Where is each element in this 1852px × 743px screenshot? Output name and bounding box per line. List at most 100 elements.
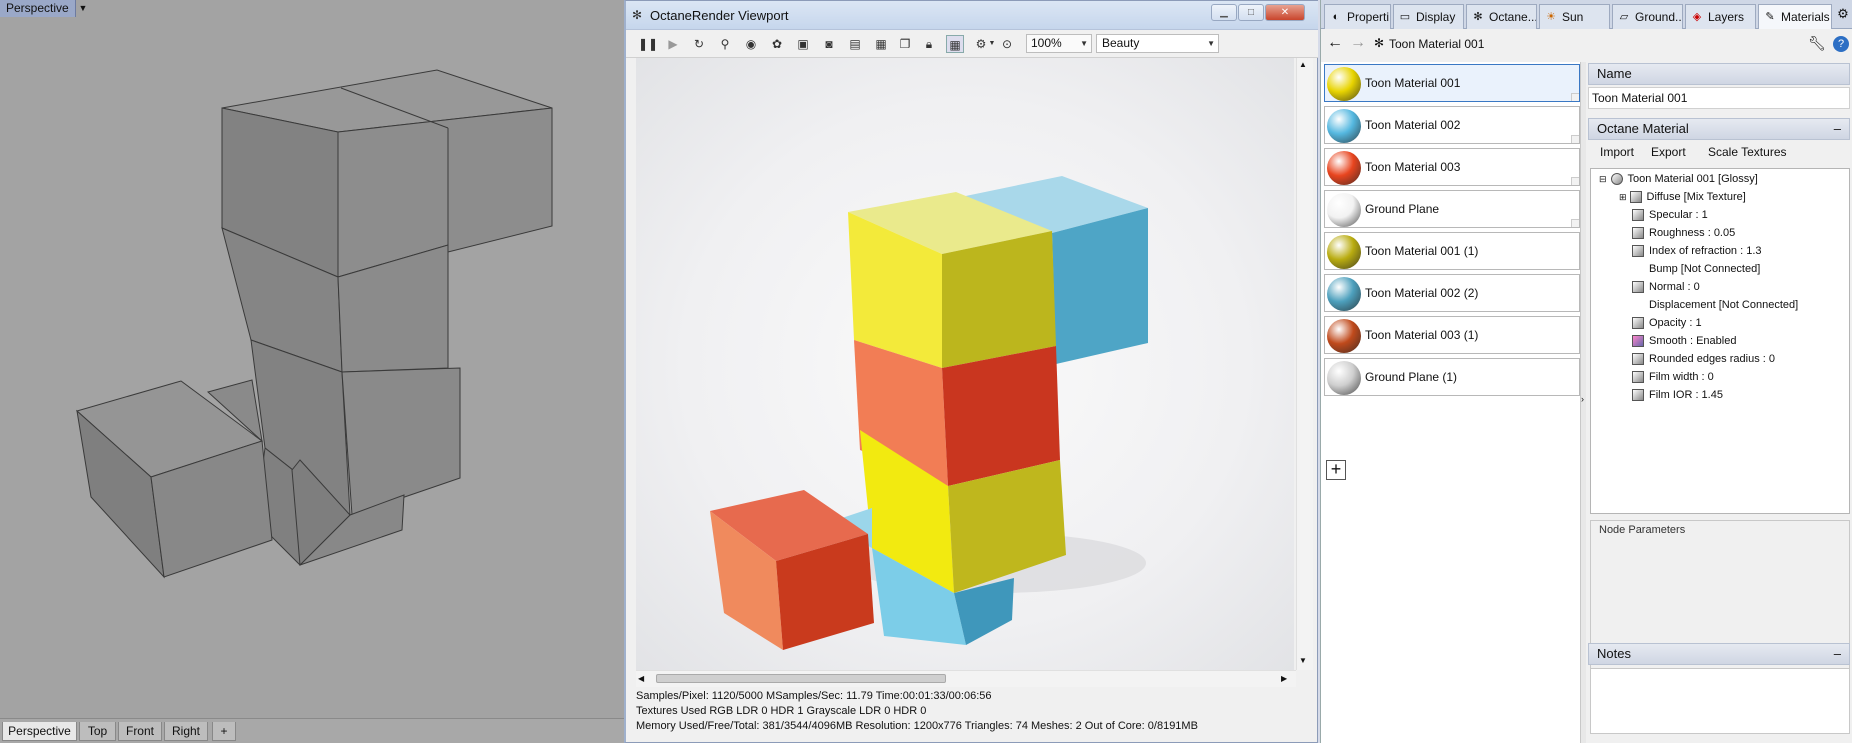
zoom-fit-icon[interactable]: ⊙ bbox=[998, 35, 1016, 53]
pause-icon[interactable]: ❚❚ bbox=[638, 35, 658, 53]
expand-tree-icon[interactable]: ⊞ bbox=[1619, 192, 1627, 202]
scroll-right-icon[interactable]: ▶ bbox=[1281, 674, 1287, 683]
tree-node[interactable]: Rounded edges radius : 0 bbox=[1632, 350, 1775, 368]
tree-node[interactable]: Bump [Not Connected] bbox=[1649, 260, 1760, 278]
camera-picker-icon[interactable]: ▣ bbox=[794, 35, 812, 53]
lock-icon[interactable]: 🔒︎ bbox=[920, 35, 938, 53]
tab-display[interactable]: ▭ Display bbox=[1393, 4, 1464, 29]
tree-node[interactable]: Smooth : Enabled bbox=[1632, 332, 1736, 350]
tab-ground[interactable]: ▱ Ground... bbox=[1612, 4, 1683, 29]
breadcrumb: Toon Material 001 bbox=[1389, 37, 1485, 51]
chevron-right-icon[interactable]: › bbox=[1581, 394, 1584, 404]
tree-node[interactable]: ⊞ Diffuse [Mix Texture] bbox=[1619, 188, 1746, 206]
tree-node[interactable]: Specular : 1 bbox=[1632, 206, 1708, 224]
collapse-tree-icon[interactable]: ⊟ bbox=[1599, 174, 1607, 184]
restart-icon[interactable]: ↻ bbox=[690, 35, 708, 53]
tree-node[interactable]: Opacity : 1 bbox=[1632, 314, 1702, 332]
collapse-icon[interactable]: – bbox=[1834, 644, 1841, 664]
tab-materials[interactable]: ✎ Materials bbox=[1758, 4, 1832, 29]
tree-node[interactable]: Film width : 0 bbox=[1632, 368, 1714, 386]
tree-label: Smooth : Enabled bbox=[1649, 335, 1737, 347]
list-item[interactable]: Toon Material 001 bbox=[1324, 64, 1580, 102]
collapse-icon[interactable]: – bbox=[1834, 119, 1841, 139]
tab-sun[interactable]: ☀ Sun bbox=[1539, 4, 1610, 29]
add-material-button[interactable]: + bbox=[1326, 460, 1346, 480]
material-swatch bbox=[1327, 277, 1361, 311]
list-item[interactable]: Toon Material 002 (2) bbox=[1324, 274, 1580, 312]
gear-icon[interactable]: ⚙ bbox=[1835, 6, 1851, 22]
grid-icon[interactable]: ▦ bbox=[946, 35, 964, 53]
tab-label: Octane... bbox=[1489, 10, 1537, 24]
list-item[interactable]: Toon Material 003 bbox=[1324, 148, 1580, 186]
list-item[interactable]: Ground Plane (1) bbox=[1324, 358, 1580, 396]
notes-textarea[interactable] bbox=[1590, 668, 1850, 734]
list-item[interactable]: Toon Material 001 (1) bbox=[1324, 232, 1580, 270]
copy-icon[interactable]: ❐ bbox=[896, 35, 914, 53]
tree-node[interactable]: Film IOR : 1.45 bbox=[1632, 386, 1723, 404]
list-item[interactable]: Toon Material 003 (1) bbox=[1324, 316, 1580, 354]
tab-front[interactable]: Front bbox=[118, 722, 162, 741]
tree-node[interactable]: Displacement [Not Connected] bbox=[1649, 296, 1798, 314]
stats-line: Samples/Pixel: 1120/5000 MSamples/Sec: 1… bbox=[636, 690, 992, 702]
splitter[interactable]: › bbox=[1580, 62, 1586, 743]
material-picker-icon[interactable]: ✿ bbox=[768, 35, 786, 53]
tree-node[interactable]: Normal : 0 bbox=[1632, 278, 1700, 296]
import-button[interactable]: Import bbox=[1600, 145, 1634, 159]
tab-layers[interactable]: ◈ Layers bbox=[1685, 4, 1756, 29]
tree-root[interactable]: ⊟ Toon Material 001 [Glossy] bbox=[1599, 170, 1758, 188]
material-swatch bbox=[1327, 235, 1361, 269]
properties-panel: ◐ Properti... ▭ Display ✻ Octane... ☀ Sun ▱ G… bbox=[1320, 0, 1852, 743]
tab-perspective[interactable]: Perspective bbox=[2, 722, 77, 741]
vertical-scrollbar[interactable]: ▲ ▼ bbox=[1296, 58, 1313, 670]
white-balance-icon[interactable]: ◉ bbox=[742, 35, 760, 53]
scroll-up-icon[interactable]: ▲ bbox=[1299, 60, 1307, 69]
close-button[interactable]: ✕ bbox=[1265, 4, 1305, 21]
tree-label: Film width : 0 bbox=[1649, 371, 1714, 383]
tree-label: Film IOR : 1.45 bbox=[1649, 389, 1723, 401]
tree-label: Diffuse [Mix Texture] bbox=[1646, 191, 1746, 203]
material-name: Ground Plane bbox=[1365, 202, 1440, 216]
octane-material-section-header[interactable]: Octane Material – bbox=[1588, 118, 1850, 140]
material-swatch bbox=[1327, 67, 1361, 101]
render-view[interactable] bbox=[636, 58, 1294, 670]
maximize-button[interactable]: □ bbox=[1238, 4, 1264, 21]
list-item[interactable]: Ground Plane bbox=[1324, 190, 1580, 228]
help-icon[interactable]: ? bbox=[1833, 36, 1849, 52]
octane-toolbar: ❚❚ ▶ ↻ ⚲ ◉ ✿ ▣ ◙ ▤ ▦ ❐ 🔒︎ ▦ ⚙ ▼ ⊙ 100% ▼… bbox=[626, 30, 1318, 58]
region-render-icon[interactable]: ▦ bbox=[872, 35, 890, 53]
export-button[interactable]: Export bbox=[1651, 145, 1686, 159]
tab-top[interactable]: Top bbox=[79, 722, 116, 741]
tab-label: Materials bbox=[1781, 10, 1830, 24]
octane-titlebar[interactable]: ✻ OctaneRender Viewport ▁ □ ✕ bbox=[626, 1, 1318, 30]
render-pass-select[interactable]: Beauty ▼ bbox=[1096, 34, 1219, 53]
tree-node[interactable]: Index of refraction : 1.3 bbox=[1632, 242, 1762, 260]
list-item[interactable]: Toon Material 002 bbox=[1324, 106, 1580, 144]
tab-right[interactable]: Right bbox=[164, 722, 208, 741]
scale-textures-button[interactable]: Scale Textures bbox=[1708, 145, 1787, 159]
wrench-icon[interactable]: 🔧︎ bbox=[1808, 35, 1826, 52]
tree-label: Rounded edges radius : 0 bbox=[1649, 353, 1775, 365]
tree-node[interactable]: Roughness : 0.05 bbox=[1632, 224, 1735, 242]
focus-picker-icon[interactable]: ⚲ bbox=[716, 35, 734, 53]
scroll-left-icon[interactable]: ◀ bbox=[638, 674, 644, 683]
float-node-icon bbox=[1632, 281, 1644, 294]
tab-octane[interactable]: ✻ Octane... bbox=[1466, 4, 1537, 29]
rhino-viewport[interactable]: Perspective ▼ Perspective Top Front Righ… bbox=[0, 0, 624, 743]
back-arrow-icon[interactable]: ← bbox=[1327, 34, 1343, 52]
tab-properties[interactable]: ◐ Properti... bbox=[1324, 4, 1391, 29]
zoom-select[interactable]: 100% ▼ bbox=[1026, 34, 1092, 53]
scroll-down-icon[interactable]: ▼ bbox=[1299, 656, 1307, 665]
minimize-button[interactable]: ▁ bbox=[1211, 4, 1237, 21]
chevron-down-icon[interactable]: ▼ bbox=[988, 35, 996, 53]
camera-icon[interactable]: ◙ bbox=[820, 35, 838, 53]
forward-arrow-icon[interactable]: → bbox=[1350, 34, 1366, 52]
tree-label: Specular : 1 bbox=[1649, 209, 1708, 221]
notes-section-header[interactable]: Notes – bbox=[1588, 643, 1850, 665]
add-viewport-tab-button[interactable]: + bbox=[212, 722, 236, 741]
octane-viewport-window: ✻ OctaneRender Viewport ▁ □ ✕ ❚❚ ▶ ↻ ⚲ ◉… bbox=[624, 0, 1318, 743]
image-save-icon[interactable]: ▤ bbox=[846, 35, 864, 53]
horizontal-scrollbar[interactable]: ◀ ▶ bbox=[636, 670, 1296, 687]
scroll-thumb[interactable] bbox=[656, 674, 946, 683]
material-name-field[interactable]: Toon Material 001 bbox=[1588, 87, 1850, 109]
play-icon[interactable]: ▶ bbox=[664, 35, 682, 53]
